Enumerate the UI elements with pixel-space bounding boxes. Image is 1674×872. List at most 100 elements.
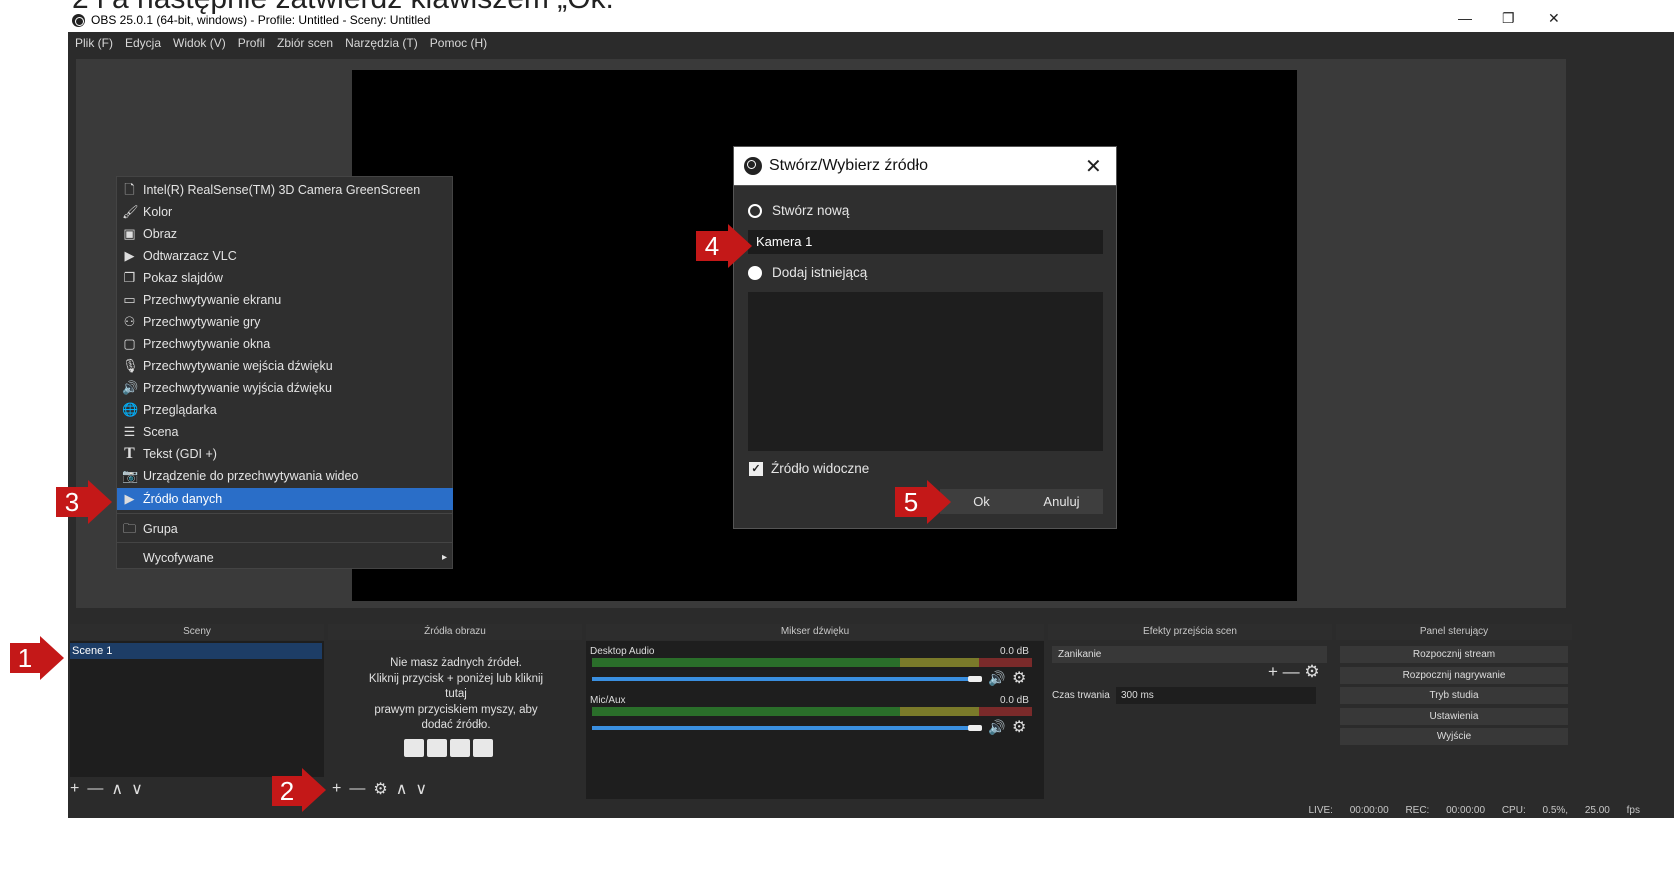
menu-item-label: Wycofywane xyxy=(143,551,214,565)
existing-sources-list[interactable] xyxy=(748,292,1103,451)
play-icon: ▶ xyxy=(124,491,135,506)
menu-item-vlc[interactable]: ▶ Odtwarzacz VLC xyxy=(117,245,453,267)
callout-1-arrow xyxy=(40,636,64,680)
radio-add-existing[interactable] xyxy=(748,266,762,280)
menu-item-audio-output[interactable]: 🔊 Przechwytywanie wyjścia dźwięku xyxy=(117,377,453,399)
sources-toolbar: + — ⚙ ∧ ∨ xyxy=(326,779,582,799)
menu-profil[interactable]: Profil xyxy=(238,36,265,50)
speaker-icon[interactable]: 🔊 xyxy=(988,670,1005,687)
scenes-list[interactable] xyxy=(70,641,324,777)
mic-aux-label: Mic/Aux xyxy=(590,695,626,706)
microphone-icon: 🎙 xyxy=(122,358,139,373)
transition-gear-icon[interactable]: ⚙ xyxy=(1304,662,1319,681)
callout-4-arrow xyxy=(728,224,752,268)
mic-aux-gear-icon[interactable]: ⚙ xyxy=(1012,717,1026,737)
mic-aux-fader-knob[interactable] xyxy=(968,725,982,731)
menu-item-window-capture[interactable]: ▢ Przechwytywanie okna xyxy=(117,333,453,355)
menu-item-group[interactable]: 🗀 Grupa xyxy=(117,518,453,540)
menu-item-realsense[interactable]: 🗋 Intel(R) RealSense(TM) 3D Camera GreenS… xyxy=(117,179,453,201)
menu-edycja[interactable]: Edycja xyxy=(125,36,161,50)
menu-widok[interactable]: Widok (V) xyxy=(173,36,226,50)
monitor-icon xyxy=(427,739,447,757)
speaker-icon: 🔊 xyxy=(122,380,139,395)
desktop-audio-gear-icon[interactable]: ⚙ xyxy=(1012,668,1026,688)
menu-item-scene[interactable]: ☰ Scena xyxy=(117,421,453,443)
mic-aux-meter xyxy=(592,707,1032,716)
remove-transition-button[interactable]: — xyxy=(1283,662,1300,681)
desktop-audio-level: 0.0 dB xyxy=(1000,646,1029,657)
menu-item-deprecated[interactable]: Wycofywane ▸ xyxy=(117,547,453,569)
remove-scene-button[interactable]: — xyxy=(87,780,103,798)
callout-4: 4 xyxy=(696,231,728,261)
visible-checkbox[interactable]: ✓ xyxy=(749,462,763,476)
menu-item-audio-input[interactable]: 🎙 Przechwytywanie wejścia dźwięku xyxy=(117,355,453,377)
remove-source-button[interactable]: — xyxy=(349,780,365,798)
menu-zbior-scen[interactable]: Zbiór scen xyxy=(277,36,333,50)
mic-aux-fader[interactable] xyxy=(592,726,972,730)
desktop-audio-fader-knob[interactable] xyxy=(968,676,982,682)
menu-item-label: Przeglądarka xyxy=(143,403,217,417)
settings-button[interactable]: Ustawienia xyxy=(1340,708,1568,725)
radio-create-new[interactable] xyxy=(748,204,762,218)
list-icon: ☰ xyxy=(123,424,136,439)
move-down-button[interactable]: ∨ xyxy=(131,779,143,799)
menu-plik[interactable]: Plik (F) xyxy=(75,36,113,50)
dialog-close-icon[interactable]: ✕ xyxy=(1085,154,1102,179)
source-down-button[interactable]: ∨ xyxy=(415,779,427,799)
studio-mode-button[interactable]: Tryb studia xyxy=(1340,687,1568,704)
menubar: Plik (F) Edycja Widok (V) Profil Zbiór s… xyxy=(68,32,1674,54)
gamepad-icon: ⚇ xyxy=(123,314,136,329)
duration-input[interactable]: 300 ms xyxy=(1116,687,1316,704)
dialog-title: Stwórz/Wybierz źródło xyxy=(769,157,929,174)
menu-pomoc[interactable]: Pomoc (H) xyxy=(430,36,487,50)
move-up-button[interactable]: ∧ xyxy=(111,779,123,799)
menu-item-browser[interactable]: 🌐 Przeglądarka xyxy=(117,399,453,421)
rec-time: REC: 00:00:00 xyxy=(1405,805,1486,816)
restore-button[interactable]: ❐ xyxy=(1502,10,1515,27)
folder-icon: 🗀 xyxy=(122,521,136,536)
add-source-button[interactable]: + xyxy=(332,780,341,798)
submenu-arrow-icon: ▸ xyxy=(441,552,447,563)
desktop-audio-fader[interactable] xyxy=(592,677,972,681)
cancel-button[interactable]: Anuluj xyxy=(1020,489,1103,514)
add-scene-button[interactable]: + xyxy=(70,780,79,798)
callout-2-arrow xyxy=(302,768,326,812)
menu-item-label: Intel(R) RealSense(TM) 3D Camera GreenSc… xyxy=(143,183,421,197)
source-properties-gear-icon[interactable]: ⚙ xyxy=(373,779,387,799)
duration-label: Czas trwania xyxy=(1052,690,1110,701)
exit-button[interactable]: Wyjście xyxy=(1340,728,1568,745)
menu-item-data-source[interactable]: ▶ Źródło danych xyxy=(117,488,453,510)
menu-item-label: Tekst (GDI +) xyxy=(143,447,217,461)
transition-select[interactable]: Zanikanie xyxy=(1052,646,1327,663)
menu-item-screen-capture[interactable]: ▭ Przechwytywanie ekranu xyxy=(117,289,453,311)
scene-item[interactable]: Scene 1 xyxy=(70,643,322,659)
callout-3-arrow xyxy=(88,480,112,524)
controls-dock-title: Panel sterujący xyxy=(1336,624,1572,640)
source-up-button[interactable]: ∧ xyxy=(396,779,408,799)
image-icon: ▣ xyxy=(123,226,136,241)
menu-item-obraz[interactable]: ▣ Obraz xyxy=(117,223,453,245)
menu-item-video-capture[interactable]: 📷 Urządzenie do przechwytywania wideo xyxy=(117,465,453,487)
minimize-button[interactable]: — xyxy=(1458,10,1472,26)
menu-item-slides[interactable]: ❐ Pokaz slajdów xyxy=(117,267,453,289)
text-icon: T xyxy=(124,445,135,462)
start-recording-button[interactable]: Rozpocznij nagrywanie xyxy=(1340,667,1568,684)
menu-item-label: Przechwytywanie wyjścia dźwięku xyxy=(143,381,332,395)
menu-item-text[interactable]: T Tekst (GDI +) xyxy=(117,443,453,465)
menu-item-kolor[interactable]: 🖌 Kolor xyxy=(117,201,453,223)
close-window-button[interactable]: ✕ xyxy=(1548,10,1560,27)
menu-item-game-capture[interactable]: ⚇ Przechwytywanie gry xyxy=(117,311,453,333)
menu-item-label: Grupa xyxy=(143,522,178,536)
menu-separator xyxy=(117,513,453,514)
image-icon xyxy=(404,739,424,757)
visible-label: Źródło widoczne xyxy=(771,461,870,476)
obs-logo-icon xyxy=(744,157,762,175)
add-existing-label: Dodaj istniejącą xyxy=(772,265,868,280)
callout-3: 3 xyxy=(56,487,88,517)
source-name-input[interactable]: Kamera 1 xyxy=(748,230,1103,254)
add-transition-button[interactable]: + xyxy=(1268,662,1278,681)
menu-narzedzia[interactable]: Narzędzia (T) xyxy=(345,36,418,50)
start-stream-button[interactable]: Rozpocznij stream xyxy=(1340,646,1568,663)
speaker-icon[interactable]: 🔊 xyxy=(988,719,1005,736)
ok-button[interactable]: Ok xyxy=(940,489,1023,514)
